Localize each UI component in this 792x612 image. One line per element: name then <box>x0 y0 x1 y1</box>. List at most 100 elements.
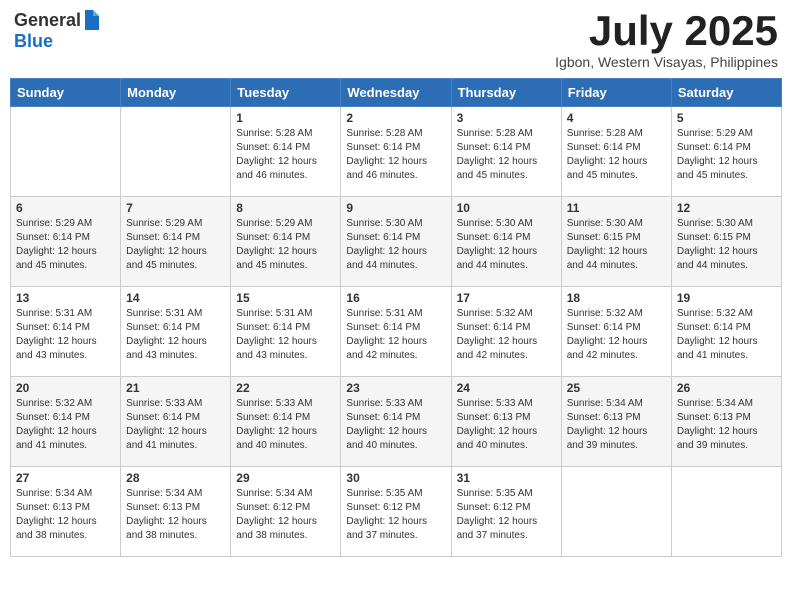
day-number: 1 <box>236 111 335 125</box>
calendar-cell: 19 Sunrise: 5:32 AM Sunset: 6:14 PM Dayli… <box>671 287 781 377</box>
day-number: 25 <box>567 381 666 395</box>
day-number: 20 <box>16 381 115 395</box>
day-info: Sunrise: 5:34 AM Sunset: 6:13 PM Dayligh… <box>126 487 225 543</box>
day-info: Sunrise: 5:32 AM Sunset: 6:14 PM Dayligh… <box>677 307 776 363</box>
day-info: Sunrise: 5:32 AM Sunset: 6:14 PM Dayligh… <box>16 397 115 453</box>
calendar-cell: 10 Sunrise: 5:30 AM Sunset: 6:14 PM Dayli… <box>451 197 561 287</box>
day-info: Sunrise: 5:30 AM Sunset: 6:15 PM Dayligh… <box>677 217 776 273</box>
calendar-cell: 11 Sunrise: 5:30 AM Sunset: 6:15 PM Dayli… <box>561 197 671 287</box>
weekday-header-row: SundayMondayTuesdayWednesdayThursdayFrid… <box>11 79 782 107</box>
day-number: 15 <box>236 291 335 305</box>
calendar-cell: 8 Sunrise: 5:29 AM Sunset: 6:14 PM Daylig… <box>231 197 341 287</box>
day-info: Sunrise: 5:29 AM Sunset: 6:14 PM Dayligh… <box>16 217 115 273</box>
day-info: Sunrise: 5:34 AM Sunset: 6:13 PM Dayligh… <box>567 397 666 453</box>
calendar-cell: 17Sunrise: 5:32 AM Sunset: 6:14 PM Dayli… <box>451 287 561 377</box>
day-number: 31 <box>457 471 556 485</box>
day-number: 12 <box>677 201 776 215</box>
day-number: 6 <box>16 201 115 215</box>
weekday-tuesday: Tuesday <box>231 79 341 107</box>
day-info: Sunrise: 5:30 AM Sunset: 6:15 PM Dayligh… <box>567 217 666 273</box>
day-number: 30 <box>346 471 445 485</box>
calendar-cell: 25 Sunrise: 5:34 AM Sunset: 6:13 PM Dayli… <box>561 377 671 467</box>
calendar-cell: 6 Sunrise: 5:29 AM Sunset: 6:14 PM Daylig… <box>11 197 121 287</box>
day-info: Sunrise: 5:28 AM Sunset: 6:14 PM Dayligh… <box>346 127 445 183</box>
calendar-cell: 28 Sunrise: 5:34 AM Sunset: 6:13 PM Dayli… <box>121 467 231 557</box>
day-info: Sunrise: 5:31 AM Sunset: 6:14 PM Dayligh… <box>16 307 115 363</box>
day-number: 27 <box>16 471 115 485</box>
calendar-cell: 21 Sunrise: 5:33 AM Sunset: 6:14 PM Dayli… <box>121 377 231 467</box>
calendar-cell: 22 Sunrise: 5:33 AM Sunset: 6:14 PM Dayli… <box>231 377 341 467</box>
month-title: July 2025 <box>555 10 778 52</box>
calendar-cell: 9Sunrise: 5:30 AM Sunset: 6:14 PM Daylig… <box>341 197 451 287</box>
day-info: Sunrise: 5:31 AM Sunset: 6:14 PM Dayligh… <box>126 307 225 363</box>
weekday-saturday: Saturday <box>671 79 781 107</box>
day-number: 19 <box>677 291 776 305</box>
day-info: Sunrise: 5:31 AM Sunset: 6:14 PM Dayligh… <box>346 307 445 363</box>
logo-general: General <box>14 11 81 31</box>
day-number: 21 <box>126 381 225 395</box>
calendar-cell: 29 Sunrise: 5:34 AM Sunset: 6:12 PM Dayli… <box>231 467 341 557</box>
day-info: Sunrise: 5:35 AM Sunset: 6:12 PM Dayligh… <box>346 487 445 543</box>
calendar-cell: 31 Sunrise: 5:35 AM Sunset: 6:12 PM Dayli… <box>451 467 561 557</box>
day-info: Sunrise: 5:33 AM Sunset: 6:14 PM Dayligh… <box>126 397 225 453</box>
calendar-cell: 26 Sunrise: 5:34 AM Sunset: 6:13 PM Dayli… <box>671 377 781 467</box>
weekday-friday: Friday <box>561 79 671 107</box>
day-info: Sunrise: 5:30 AM Sunset: 6:14 PM Dayligh… <box>457 217 556 273</box>
day-info: Sunrise: 5:30 AM Sunset: 6:14 PM Dayligh… <box>346 217 445 273</box>
day-info: Sunrise: 5:29 AM Sunset: 6:14 PM Dayligh… <box>677 127 776 183</box>
day-info: Sunrise: 5:34 AM Sunset: 6:13 PM Dayligh… <box>677 397 776 453</box>
day-info: Sunrise: 5:34 AM Sunset: 6:12 PM Dayligh… <box>236 487 335 543</box>
calendar-cell: 13 Sunrise: 5:31 AM Sunset: 6:14 PM Dayli… <box>11 287 121 377</box>
calendar-cell: 15 Sunrise: 5:31 AM Sunset: 6:14 PM Dayli… <box>231 287 341 377</box>
day-number: 11 <box>567 201 666 215</box>
day-number: 16 <box>346 291 445 305</box>
day-number: 8 <box>236 201 335 215</box>
calendar-cell <box>121 107 231 197</box>
calendar-cell: 2 Sunrise: 5:28 AM Sunset: 6:14 PM Daylig… <box>341 107 451 197</box>
title-block: July 2025 Igbon, Western Visayas, Philip… <box>555 10 778 70</box>
day-number: 26 <box>677 381 776 395</box>
day-info: Sunrise: 5:29 AM Sunset: 6:14 PM Dayligh… <box>126 217 225 273</box>
day-number: 10 <box>457 201 556 215</box>
day-number: 23 <box>346 381 445 395</box>
calendar-cell: 3 Sunrise: 5:28 AM Sunset: 6:14 PM Daylig… <box>451 107 561 197</box>
calendar-cell: 14 Sunrise: 5:31 AM Sunset: 6:14 PM Dayli… <box>121 287 231 377</box>
calendar-week-3: 13 Sunrise: 5:31 AM Sunset: 6:14 PM Dayli… <box>11 287 782 377</box>
day-number: 29 <box>236 471 335 485</box>
day-number: 22 <box>236 381 335 395</box>
day-info: Sunrise: 5:32 AM Sunset: 6:14 PM Dayligh… <box>457 307 556 363</box>
weekday-monday: Monday <box>121 79 231 107</box>
calendar-cell: 16 Sunrise: 5:31 AM Sunset: 6:14 PM Dayli… <box>341 287 451 377</box>
day-number: 13 <box>16 291 115 305</box>
calendar-week-2: 6 Sunrise: 5:29 AM Sunset: 6:14 PM Daylig… <box>11 197 782 287</box>
calendar-cell: 20 Sunrise: 5:32 AM Sunset: 6:14 PM Dayli… <box>11 377 121 467</box>
day-info: Sunrise: 5:28 AM Sunset: 6:14 PM Dayligh… <box>236 127 335 183</box>
calendar-body: 1 Sunrise: 5:28 AM Sunset: 6:14 PM Daylig… <box>11 107 782 557</box>
logo-blue: Blue <box>14 32 101 52</box>
day-info: Sunrise: 5:31 AM Sunset: 6:14 PM Dayligh… <box>236 307 335 363</box>
day-number: 14 <box>126 291 225 305</box>
weekday-sunday: Sunday <box>11 79 121 107</box>
logo-icon <box>83 10 101 32</box>
day-info: Sunrise: 5:33 AM Sunset: 6:14 PM Dayligh… <box>236 397 335 453</box>
calendar-week-5: 27 Sunrise: 5:34 AM Sunset: 6:13 PM Dayli… <box>11 467 782 557</box>
day-info: Sunrise: 5:28 AM Sunset: 6:14 PM Dayligh… <box>457 127 556 183</box>
calendar-cell: 12 Sunrise: 5:30 AM Sunset: 6:15 PM Dayli… <box>671 197 781 287</box>
day-number: 28 <box>126 471 225 485</box>
calendar-cell: 30 Sunrise: 5:35 AM Sunset: 6:12 PM Dayli… <box>341 467 451 557</box>
day-number: 3 <box>457 111 556 125</box>
day-info: Sunrise: 5:29 AM Sunset: 6:14 PM Dayligh… <box>236 217 335 273</box>
day-info: Sunrise: 5:33 AM Sunset: 6:14 PM Dayligh… <box>346 397 445 453</box>
day-info: Sunrise: 5:34 AM Sunset: 6:13 PM Dayligh… <box>16 487 115 543</box>
calendar-cell: 27 Sunrise: 5:34 AM Sunset: 6:13 PM Dayli… <box>11 467 121 557</box>
calendar-cell: 24Sunrise: 5:33 AM Sunset: 6:13 PM Dayli… <box>451 377 561 467</box>
calendar-week-1: 1 Sunrise: 5:28 AM Sunset: 6:14 PM Daylig… <box>11 107 782 197</box>
location: Igbon, Western Visayas, Philippines <box>555 54 778 70</box>
day-info: Sunrise: 5:28 AM Sunset: 6:14 PM Dayligh… <box>567 127 666 183</box>
day-info: Sunrise: 5:35 AM Sunset: 6:12 PM Dayligh… <box>457 487 556 543</box>
weekday-thursday: Thursday <box>451 79 561 107</box>
calendar-cell <box>671 467 781 557</box>
day-number: 2 <box>346 111 445 125</box>
calendar-cell <box>11 107 121 197</box>
calendar-cell: 18Sunrise: 5:32 AM Sunset: 6:14 PM Dayli… <box>561 287 671 377</box>
